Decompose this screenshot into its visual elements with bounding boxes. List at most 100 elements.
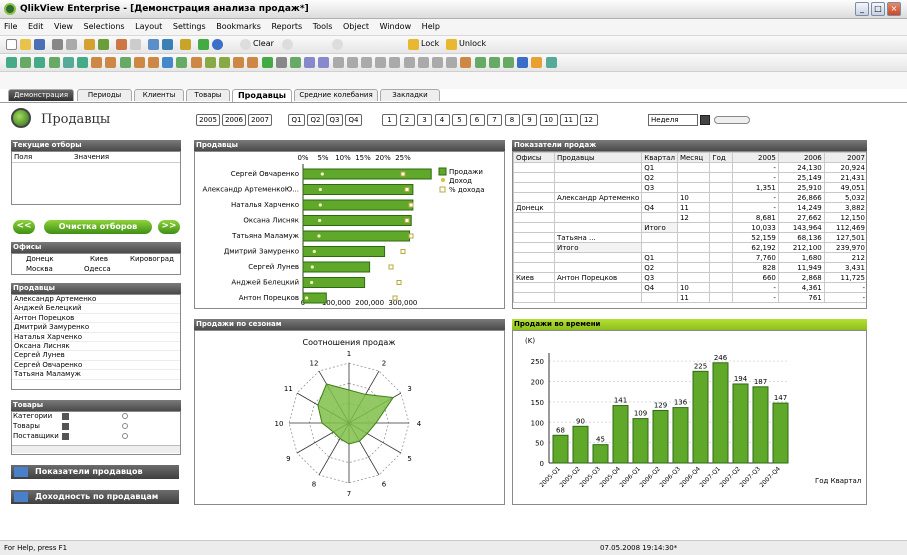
period-select[interactable]: Неделя bbox=[648, 114, 698, 126]
chart-icon[interactable] bbox=[180, 39, 191, 50]
month-button[interactable]: 6 bbox=[469, 114, 485, 126]
design-tool-icon[interactable] bbox=[162, 57, 174, 68]
kpi-button[interactable]: Показатели продавцов bbox=[11, 465, 179, 479]
design-tool-icon[interactable] bbox=[389, 57, 401, 68]
unlock-icon[interactable] bbox=[446, 39, 457, 50]
profit-button[interactable]: Доходность по продавцам bbox=[11, 490, 179, 504]
tab-goods[interactable]: Товары bbox=[186, 89, 230, 101]
office-item[interactable]: Кировоград bbox=[130, 255, 174, 263]
forward-selection-button[interactable]: >> bbox=[158, 220, 180, 234]
menu-selections[interactable]: Selections bbox=[80, 19, 129, 31]
header-cell[interactable]: Продавцы bbox=[553, 152, 643, 163]
design-tool-icon[interactable] bbox=[119, 57, 131, 68]
office-item[interactable]: Москва bbox=[26, 265, 53, 273]
tab-clients[interactable]: Клиенты bbox=[134, 89, 184, 101]
design-tool-icon[interactable] bbox=[204, 57, 216, 68]
tab-demo[interactable]: Демонстрация bbox=[8, 89, 74, 101]
redo-icon[interactable] bbox=[130, 39, 141, 50]
design-tool-icon[interactable] bbox=[133, 57, 145, 68]
menu-tools[interactable]: Tools bbox=[309, 19, 337, 31]
design-tool-icon[interactable] bbox=[190, 57, 202, 68]
design-tool-icon[interactable] bbox=[432, 57, 443, 68]
header-cell[interactable]: Месяц bbox=[676, 152, 711, 163]
salesperson-item[interactable]: Антон Порецков bbox=[12, 314, 180, 324]
radio-icon[interactable] bbox=[122, 423, 128, 429]
minimize-button[interactable]: _ bbox=[855, 2, 869, 16]
radio-icon[interactable] bbox=[122, 413, 128, 419]
design-tool-icon[interactable] bbox=[105, 57, 117, 68]
quarter-button[interactable]: Q4 bbox=[345, 114, 362, 126]
office-item[interactable]: Киев bbox=[90, 255, 108, 263]
year-button[interactable]: 2006 bbox=[222, 114, 246, 126]
quarter-button[interactable]: Q3 bbox=[326, 114, 343, 126]
dropdown-icon[interactable] bbox=[62, 413, 69, 420]
header-cell[interactable]: 2007 bbox=[823, 152, 866, 163]
design-tool-icon[interactable] bbox=[460, 57, 472, 68]
menu-file[interactable]: File bbox=[0, 19, 21, 31]
salesperson-item[interactable]: Татьяна Маламуж bbox=[12, 370, 180, 380]
help-icon[interactable] bbox=[212, 39, 223, 50]
design-tool-icon[interactable] bbox=[417, 57, 429, 68]
design-tool-icon[interactable] bbox=[503, 57, 514, 68]
year-button[interactable]: 2005 bbox=[196, 114, 220, 126]
design-tool-icon[interactable] bbox=[48, 57, 60, 68]
design-tool-icon[interactable] bbox=[361, 57, 372, 68]
period-slider[interactable] bbox=[714, 116, 750, 124]
design-tool-icon[interactable] bbox=[304, 57, 316, 68]
find-icon[interactable] bbox=[148, 39, 159, 50]
reload-icon[interactable] bbox=[98, 39, 109, 50]
header-cell[interactable]: Квартал bbox=[641, 152, 678, 163]
design-tool-icon[interactable] bbox=[446, 57, 458, 68]
open-icon[interactable] bbox=[20, 39, 31, 50]
design-tool-icon[interactable] bbox=[148, 57, 159, 68]
design-tool-icon[interactable] bbox=[62, 57, 74, 68]
design-tool-icon[interactable] bbox=[275, 57, 287, 68]
doc-props-icon[interactable] bbox=[198, 39, 209, 50]
maximize-button[interactable]: □ bbox=[871, 2, 885, 16]
menu-settings[interactable]: Settings bbox=[169, 19, 210, 31]
design-tool-icon[interactable] bbox=[261, 57, 273, 68]
header-cell[interactable]: Офисы bbox=[513, 152, 555, 163]
back-selection-button[interactable]: << bbox=[13, 220, 35, 234]
design-tool-icon[interactable] bbox=[91, 57, 103, 68]
header-cell[interactable]: 2006 bbox=[777, 152, 825, 163]
tab-bookmarks[interactable]: Закладки bbox=[380, 89, 440, 101]
month-button[interactable]: 4 bbox=[434, 114, 450, 126]
tab-moving-averages[interactable]: Средние колебания bbox=[294, 89, 378, 101]
design-tool-icon[interactable] bbox=[247, 57, 259, 68]
table-viewer-icon[interactable] bbox=[162, 39, 173, 50]
print-icon[interactable] bbox=[52, 39, 63, 50]
design-tool-icon[interactable] bbox=[545, 57, 557, 68]
design-tool-icon[interactable] bbox=[233, 57, 245, 68]
month-button[interactable]: 9 bbox=[522, 114, 537, 126]
month-button[interactable]: 5 bbox=[452, 114, 467, 126]
forward-icon[interactable] bbox=[332, 39, 343, 50]
edit-script-icon[interactable] bbox=[84, 39, 95, 50]
quarter-button[interactable]: Q1 bbox=[288, 114, 305, 126]
design-tool-icon[interactable] bbox=[6, 57, 17, 68]
month-button[interactable]: 8 bbox=[504, 114, 520, 126]
menu-bookmarks[interactable]: Bookmarks bbox=[212, 19, 265, 31]
lock-button[interactable]: Lock bbox=[421, 39, 439, 48]
design-tool-icon[interactable] bbox=[517, 57, 529, 68]
lock-icon[interactable] bbox=[408, 39, 419, 50]
close-button[interactable]: × bbox=[887, 2, 901, 16]
horizontal-scrollbar[interactable] bbox=[12, 445, 180, 453]
office-item[interactable]: Донецк bbox=[26, 255, 54, 263]
month-button[interactable]: 11 bbox=[559, 114, 578, 126]
design-tool-icon[interactable] bbox=[332, 57, 344, 68]
menu-help[interactable]: Help bbox=[418, 19, 444, 31]
back-icon[interactable] bbox=[282, 39, 293, 50]
quarter-button[interactable]: Q2 bbox=[307, 114, 324, 126]
design-tool-icon[interactable] bbox=[346, 57, 358, 68]
design-tool-icon[interactable] bbox=[34, 57, 46, 68]
month-button[interactable]: 2 bbox=[399, 114, 415, 126]
salesperson-item[interactable]: Дмитрий Замуренко bbox=[12, 323, 180, 333]
print-preview-icon[interactable] bbox=[66, 39, 77, 50]
clear-icon[interactable] bbox=[240, 39, 251, 50]
month-button[interactable]: 1 bbox=[382, 114, 397, 126]
salesperson-item[interactable]: Сергей Овчаренко bbox=[12, 361, 180, 371]
undo-icon[interactable] bbox=[116, 39, 127, 50]
design-tool-icon[interactable] bbox=[176, 57, 188, 68]
office-item[interactable]: Одесса bbox=[84, 265, 111, 273]
